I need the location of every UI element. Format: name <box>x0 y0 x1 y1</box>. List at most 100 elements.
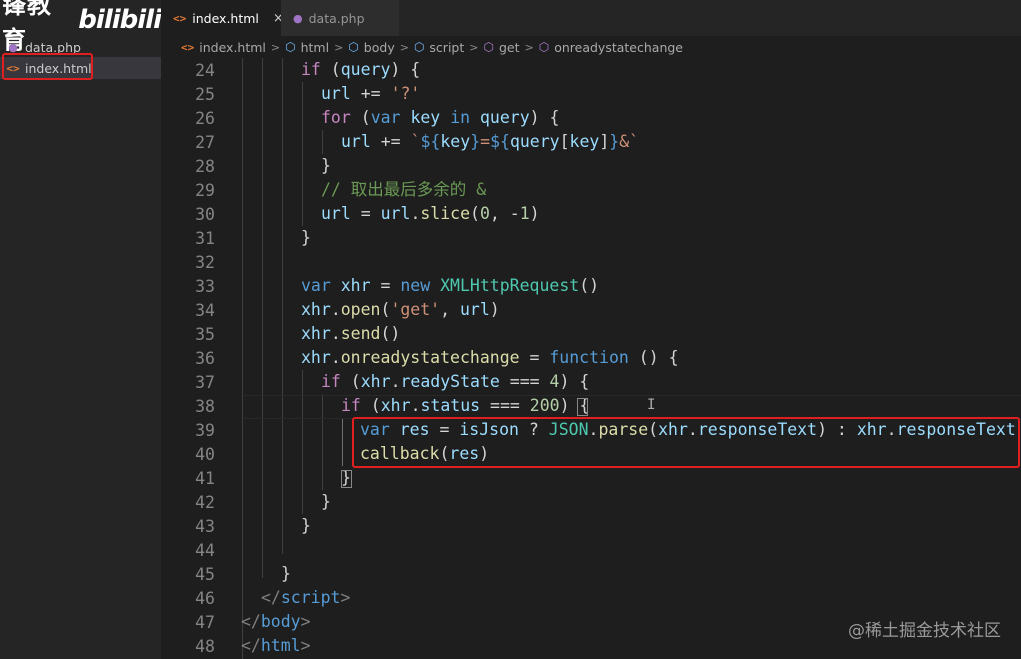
code-text: if (xhr.readyState === 4) { <box>321 372 590 391</box>
code-text: var xhr = new XMLHttpRequest() <box>301 276 600 295</box>
line-number: 36 <box>195 348 215 368</box>
code-line: 28 } <box>161 154 1021 178</box>
code-text: xhr.send() <box>301 324 401 343</box>
line-number: 48 <box>195 636 215 656</box>
code-text: url += '?' <box>321 84 421 103</box>
code-text: </html> <box>241 636 311 655</box>
code-line: 36 xhr.onreadystatechange = function () … <box>161 346 1021 370</box>
tab-label: index.html <box>192 10 259 26</box>
code-text: } <box>321 492 331 511</box>
breadcrumb-item[interactable]: body <box>364 40 395 55</box>
line-number: 38 <box>195 396 215 416</box>
line-number: 39 <box>195 420 215 440</box>
chevron-right-icon: > <box>399 40 409 54</box>
breadcrumb-item[interactable]: index.html <box>199 40 266 55</box>
highlight-box-code <box>352 417 1020 468</box>
code-text: </script> <box>261 588 351 607</box>
chevron-right-icon: > <box>524 40 534 54</box>
html-brackets-icon: <> <box>181 40 195 54</box>
breadcrumb-item[interactable]: script <box>429 40 464 55</box>
line-number: 45 <box>195 564 215 584</box>
line-number: 35 <box>195 324 215 344</box>
code-line: 30 url = url.slice(0, -1) <box>161 202 1021 226</box>
line-number: 43 <box>195 516 215 536</box>
html-brackets-icon: <> <box>173 11 187 25</box>
code-line: 25 url += '?' <box>161 82 1021 106</box>
bilibili-logo: bilibili <box>78 5 162 35</box>
php-elephant-icon: ● <box>293 11 303 25</box>
line-number: 27 <box>195 132 215 152</box>
code-line: 42 } <box>161 490 1021 514</box>
breadcrumb-item[interactable]: get <box>499 40 520 55</box>
code-line: 33 var xhr = new XMLHttpRequest() <box>161 274 1021 298</box>
php-elephant-icon: ● <box>8 40 18 54</box>
code-line: 32 <box>161 250 1021 274</box>
code-text: // 取出最后多余的 & <box>321 180 487 199</box>
code-text: if (xhr.status === 200) { <box>341 396 590 415</box>
code-text: xhr.open('get', url) <box>301 300 500 319</box>
tab-label: data.php <box>308 10 365 26</box>
bracket-match-open <box>577 398 588 416</box>
element-cube-icon: ⬡ <box>348 40 359 54</box>
line-number: 41 <box>195 468 215 488</box>
code-line: 37 if (xhr.readyState === 4) { <box>161 370 1021 394</box>
code-text: for (var key in query) { <box>321 108 560 127</box>
line-number: 46 <box>195 588 215 608</box>
line-number: 40 <box>195 444 215 464</box>
chevron-right-icon: > <box>469 40 479 54</box>
text-cursor-icon: I <box>647 397 656 413</box>
element-cube-icon: ⬡ <box>413 40 425 54</box>
line-number: 42 <box>195 492 215 512</box>
bracket-match-close <box>341 470 352 488</box>
line-number: 37 <box>195 372 215 392</box>
code-line: 34 xhr.open('get', url) <box>161 298 1021 322</box>
chevron-right-icon: > <box>334 40 344 54</box>
brand-watermark: 锋教育 bilibili <box>2 0 162 54</box>
tab-bar: <> index.html × ● data.php <box>161 0 1021 36</box>
function-cube-icon: ⬡ <box>483 40 494 54</box>
code-line: 35 xhr.send() <box>161 322 1021 346</box>
code-line: 27 url += `${key}=${query[key]}&` <box>161 130 1021 154</box>
explorer-sidebar: 锋教育 bilibili ● data.php <> index.html <box>0 0 162 659</box>
code-text: </body> <box>241 612 311 631</box>
line-number: 47 <box>195 612 215 632</box>
line-number: 30 <box>195 204 215 224</box>
code-line: 43 } <box>161 514 1021 538</box>
code-line: 26 for (var key in query) { <box>161 106 1021 130</box>
code-line: 44 <box>161 538 1021 562</box>
line-number: 24 <box>195 60 215 80</box>
breadcrumb-item[interactable]: onreadystatechange <box>554 40 683 55</box>
code-line: 29 // 取出最后多余的 & <box>161 178 1021 202</box>
tab-data-php[interactable]: ● data.php <box>281 0 399 36</box>
line-number: 32 <box>195 252 215 272</box>
code-line: 31 } <box>161 226 1021 250</box>
line-number: 34 <box>195 300 215 320</box>
code-text: if (query) { <box>301 60 421 79</box>
element-cube-icon: ⬡ <box>285 40 296 54</box>
line-number: 25 <box>195 84 215 104</box>
breadcrumb-item[interactable]: html <box>301 40 329 55</box>
code-line: 41 } <box>161 466 1021 490</box>
line-number: 33 <box>195 276 215 296</box>
code-text: } <box>301 228 311 247</box>
watermark-text: @稀土掘金技术社区 <box>848 621 1001 641</box>
code-line: 24 if (query) { <box>161 58 1021 82</box>
code-text: url = url.slice(0, -1) <box>321 204 540 223</box>
breadcrumb: <> index.html > ⬡ html > ⬡ body > ⬡ scri… <box>161 36 1021 58</box>
line-number: 29 <box>195 180 215 200</box>
line-number: 31 <box>195 228 215 248</box>
tab-index-html[interactable]: <> index.html × <box>161 0 284 36</box>
code-text: } <box>321 156 331 175</box>
line-number: 26 <box>195 108 215 128</box>
line-number: 28 <box>195 156 215 176</box>
chevron-right-icon: > <box>270 40 281 54</box>
code-line: 46 </script> <box>161 586 1021 610</box>
code-text: url += `${key}=${query[key]}&` <box>341 132 640 151</box>
code-text: } <box>281 564 291 583</box>
code-editor[interactable]: 24 if (query) { 25 url += '?' 26 for (va… <box>161 58 1021 659</box>
code-text: } <box>301 516 311 535</box>
code-line: 38 if (xhr.status === 200) { <box>161 394 1021 418</box>
highlight-box-file <box>2 53 93 80</box>
line-number: 44 <box>195 540 215 560</box>
function-cube-icon: ⬡ <box>538 40 550 54</box>
